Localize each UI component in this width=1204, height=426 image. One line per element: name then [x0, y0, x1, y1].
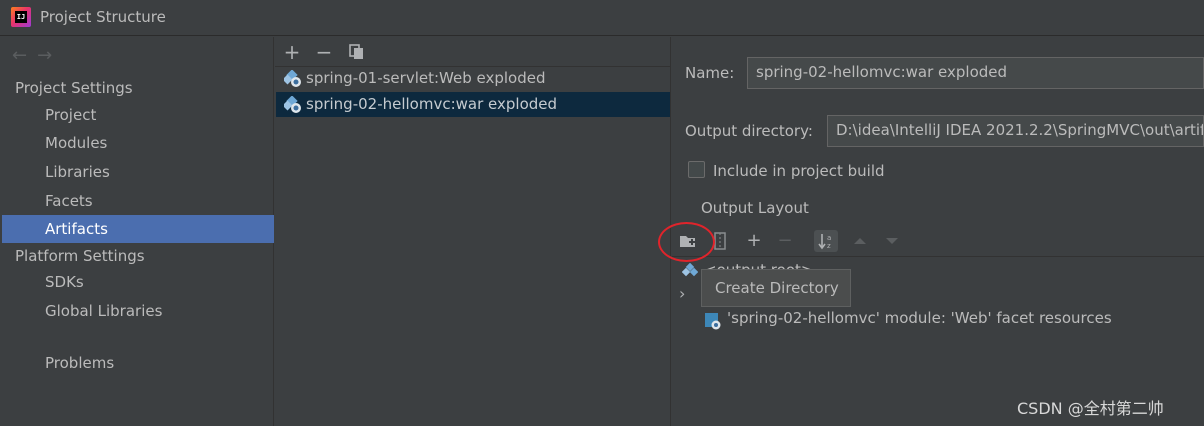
sidebar-item-project[interactable]: Project	[2, 101, 274, 129]
back-arrow-icon[interactable]: ←	[12, 45, 37, 66]
copy-artifact-button[interactable]	[345, 40, 369, 64]
create-directory-tooltip: Create Directory	[701, 269, 851, 307]
artifact-label: spring-01-servlet:Web exploded	[306, 69, 546, 87]
sidebar-item-artifacts[interactable]: Artifacts	[2, 215, 274, 243]
expand-arrow-icon[interactable]: ›	[679, 284, 685, 303]
window-title: Project Structure	[40, 8, 166, 26]
artifact-item-hellomvc[interactable]: spring-02-hellomvc:war exploded	[276, 92, 670, 117]
output-layout-label: Output Layout	[701, 199, 809, 217]
nav-arrows: ←→	[12, 45, 62, 66]
artifact-item-servlet[interactable]: spring-01-servlet:Web exploded	[276, 66, 670, 91]
sidebar-item-facets[interactable]: Facets	[2, 187, 274, 215]
remove-artifact-button[interactable]: −	[312, 40, 336, 64]
facet-resources-label: 'spring-02-hellomvc' module: 'Web' facet…	[727, 309, 1112, 327]
sidebar-item-problems[interactable]: Problems	[2, 349, 274, 377]
watermark: CSDN @全村第二帅	[1017, 399, 1164, 418]
forward-arrow-icon[interactable]: →	[37, 45, 62, 66]
name-label: Name:	[685, 64, 735, 82]
sidebar-item-global-libraries[interactable]: Global Libraries	[2, 297, 274, 325]
svg-text:a: a	[827, 234, 831, 242]
sort-az-icon: a z	[818, 234, 831, 250]
move-down-button[interactable]	[880, 230, 904, 252]
sidebar-item-sdks[interactable]: SDKs	[2, 268, 274, 296]
sidebar-item-modules[interactable]: Modules	[2, 129, 274, 157]
web-facet-icon	[705, 313, 721, 330]
include-in-build-checkbox[interactable]	[688, 161, 705, 178]
move-up-button[interactable]	[848, 230, 872, 252]
move-down-icon	[886, 238, 898, 244]
output-directory-label: Output directory:	[685, 122, 813, 140]
project-settings-header: Project Settings	[15, 79, 133, 97]
platform-settings-header: Platform Settings	[15, 247, 145, 265]
output-directory-input[interactable]: D:\idea\IntelliJ IDEA 2021.2.2\SpringMVC…	[827, 115, 1204, 147]
artifacts-panel: + − spring-01-servlet:Web exploded sprin…	[275, 37, 671, 426]
include-in-build-label: Include in project build	[713, 162, 885, 180]
artifacts-toolbar: + −	[275, 37, 671, 67]
settings-sidebar: ←→ Project Settings Project Modules Libr…	[0, 37, 274, 426]
name-input[interactable]: spring-02-hellomvc:war exploded	[747, 57, 1204, 89]
copy-icon	[349, 44, 363, 59]
output-root-icon	[682, 263, 698, 277]
sidebar-item-libraries[interactable]: Libraries	[2, 158, 274, 186]
web-artifact-icon	[284, 96, 301, 113]
svg-text:z: z	[827, 242, 831, 250]
remove-layout-item-button[interactable]: −	[773, 230, 797, 252]
web-artifact-icon	[284, 70, 301, 87]
artifact-details-panel: Name: spring-02-hellomvc:war exploded Ou…	[672, 37, 1204, 426]
output-layout-toolbar: + − a z	[672, 225, 1204, 257]
title-bar: IJ Project Structure	[0, 0, 1204, 36]
intellij-logo-icon: IJ	[11, 7, 31, 27]
add-copy-of-button[interactable]: +	[742, 230, 766, 252]
sort-elements-button[interactable]: a z	[814, 230, 838, 252]
move-up-icon	[854, 238, 866, 244]
artifact-label: spring-02-hellomvc:war exploded	[306, 95, 558, 113]
add-artifact-button[interactable]: +	[280, 40, 304, 64]
highlight-circle	[658, 222, 715, 262]
